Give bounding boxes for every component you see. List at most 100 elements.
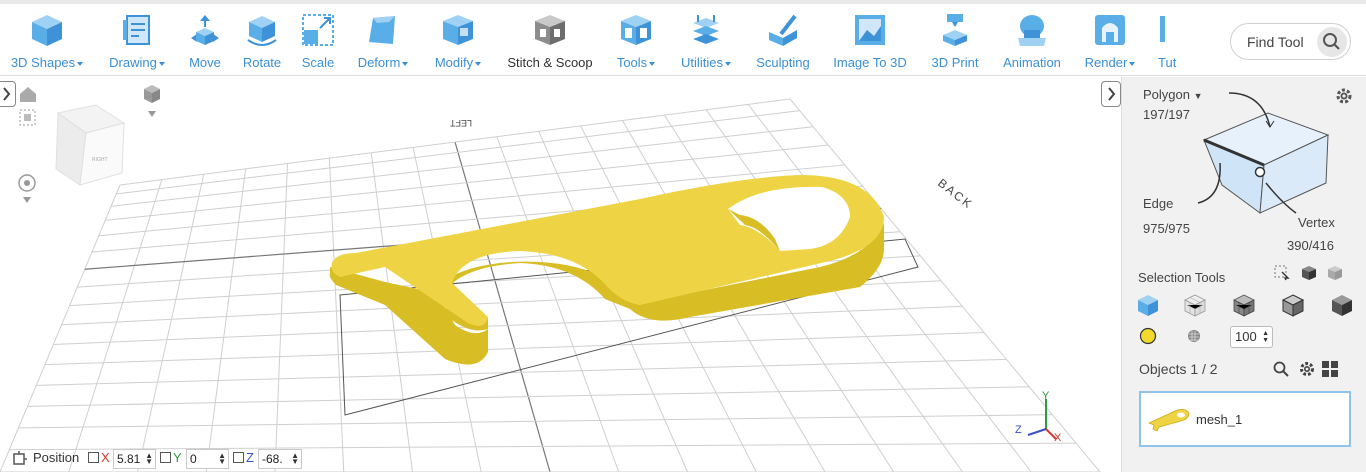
tool-3d-shapes[interactable]: 3D Shapes — [4, 4, 90, 76]
tool-label: 3D Print — [931, 55, 979, 70]
x-lock-checkbox[interactable] — [88, 452, 99, 463]
home-icon[interactable] — [20, 87, 36, 102]
color-swatch-icon[interactable] — [1139, 327, 1157, 345]
chevron-right-icon — [1108, 87, 1116, 101]
grid-line — [68, 179, 163, 472]
search-button[interactable] — [1317, 27, 1347, 57]
tool-label: Drawing — [109, 55, 157, 70]
grid-line — [44, 332, 985, 366]
tool-tutorials[interactable]: Tut — [1152, 4, 1182, 76]
axis-x-label: X — [1054, 432, 1062, 444]
grid-line — [274, 163, 288, 472]
tool-label: 3D Shapes — [10, 55, 76, 70]
solid-cube-icon[interactable] — [1136, 293, 1160, 317]
search-icon[interactable] — [1272, 360, 1290, 378]
vertex-count: 390/416 — [1287, 238, 1334, 253]
edge-label: Edge — [1143, 196, 1174, 211]
caret-down-icon — [475, 61, 482, 66]
tool-scale[interactable]: Scale — [296, 4, 340, 76]
collapse-right-toggle[interactable] — [1101, 81, 1121, 107]
stitch-scoop-icon — [535, 15, 565, 45]
brush-size-value: 100 — [1235, 329, 1257, 344]
tool-3d-print[interactable]: 3D Print — [924, 4, 986, 76]
find-tool-search[interactable]: Find Tool — [1230, 23, 1351, 60]
modify-icon — [443, 15, 473, 45]
x-label: X — [101, 450, 110, 465]
animation-icon — [1018, 15, 1046, 46]
scene-canvas[interactable]: LEFT BACK RIGHT Y X Z — [0, 77, 1121, 472]
right-panel: Polygon ▼ 197/197 Edge 975/975 Vertex 39… — [1121, 77, 1366, 472]
x-value-input[interactable]: 5.81 ▲ ▼ — [113, 449, 156, 469]
mesh-model[interactable] — [329, 175, 885, 365]
grid-line — [53, 305, 963, 345]
frame-selection-icon[interactable] — [19, 109, 36, 126]
caret-down-icon — [402, 61, 409, 66]
y-value: 0 — [190, 452, 197, 466]
tool-image-to-3d[interactable]: Image To 3D — [826, 4, 914, 76]
tool-rotate[interactable]: Rotate — [238, 4, 286, 76]
z-lock-checkbox[interactable] — [233, 452, 244, 463]
grid-cube-icon[interactable] — [1232, 293, 1256, 317]
tools-icon — [621, 15, 651, 45]
tool-sculpting[interactable]: Sculpting — [750, 4, 816, 76]
utilities-icon — [693, 15, 719, 44]
tool-label: Tools — [616, 55, 648, 70]
view-label-left: LEFT — [449, 118, 472, 128]
tool-label: Sculpting — [756, 55, 810, 70]
object-item-mesh-1[interactable]: mesh_1 — [1139, 391, 1351, 447]
tool-utilities[interactable]: Utilities — [672, 4, 740, 76]
position-icon — [13, 451, 27, 465]
spinner-icon[interactable]: ▲ ▼ — [291, 452, 299, 466]
select-faces-icon[interactable] — [1300, 264, 1318, 282]
tool-move[interactable]: Move — [182, 4, 228, 76]
view-cube-right-face: RIGHT — [92, 157, 108, 163]
view-mode-icon[interactable] — [144, 85, 160, 117]
z-value-input[interactable]: -68. ▲ ▼ — [258, 449, 302, 469]
wire-cube-icon[interactable] — [1183, 293, 1207, 317]
tool-label: Move — [189, 55, 221, 70]
select-object-icon[interactable] — [1326, 264, 1344, 282]
grid-line — [119, 98, 791, 186]
caret-down-icon — [1129, 61, 1136, 66]
gear-icon[interactable] — [1298, 360, 1316, 378]
collapse-left-toggle[interactable] — [0, 81, 16, 107]
sculpting-icon — [769, 14, 797, 46]
select-cursor-icon[interactable] — [1274, 265, 1290, 281]
spinner-icon[interactable]: ▲ ▼ — [145, 452, 153, 466]
grid-line — [18, 414, 1053, 429]
tool-label: Rotate — [242, 55, 282, 70]
tool-stitch-scoop[interactable]: Stitch & Scoop — [500, 4, 600, 76]
selection-tools-label: Selection Tools — [1138, 270, 1226, 285]
tool-modify[interactable]: Modify — [426, 4, 490, 76]
tool-render[interactable]: Render — [1078, 4, 1142, 76]
tool-deform[interactable]: Deform — [350, 4, 416, 76]
tool-drawing[interactable]: Drawing — [102, 4, 172, 76]
position-label: Position — [33, 450, 80, 465]
position-bar: Position X 5.81 ▲ ▼ Y 0 ▲ ▼ Z -68. ▲ ▼ — [0, 446, 310, 472]
3d-viewport[interactable]: LEFT BACK RIGHT Y X Z — [0, 77, 1121, 472]
tool-label: Deform — [357, 55, 401, 70]
spinner-icon[interactable]: ▲ ▼ — [1262, 330, 1269, 344]
spinner-icon[interactable]: ▲ ▼ — [218, 452, 226, 466]
grid-line — [205, 168, 247, 472]
tool-label: Utilities — [681, 55, 723, 70]
outline-cube-icon[interactable] — [1281, 293, 1305, 317]
tool-animation[interactable]: Animation — [996, 4, 1068, 76]
tutorials-icon — [1160, 16, 1165, 42]
selection-mode-cube-diagram[interactable] — [1182, 85, 1362, 245]
orbit-icon[interactable] — [18, 174, 36, 203]
edge-count: 975/975 — [1143, 221, 1190, 236]
tool-tools[interactable]: Tools — [610, 4, 662, 76]
search-icon — [1323, 33, 1340, 50]
view-cube[interactable]: RIGHT — [55, 104, 126, 186]
shaded-cube-icon[interactable] — [1330, 293, 1354, 317]
y-lock-checkbox[interactable] — [160, 452, 171, 463]
brush-size-input[interactable]: 100 ▲ ▼ — [1230, 326, 1273, 348]
tool-label: Scale — [301, 55, 335, 70]
brush-texture-icon[interactable] — [1186, 328, 1202, 344]
y-value-input[interactable]: 0 ▲ ▼ — [186, 449, 229, 469]
tool-label: Render — [1084, 55, 1128, 70]
grid-view-icon[interactable] — [1321, 360, 1339, 378]
objects-count-label: Objects 1 / 2 — [1139, 361, 1218, 377]
move-icon — [191, 15, 219, 45]
